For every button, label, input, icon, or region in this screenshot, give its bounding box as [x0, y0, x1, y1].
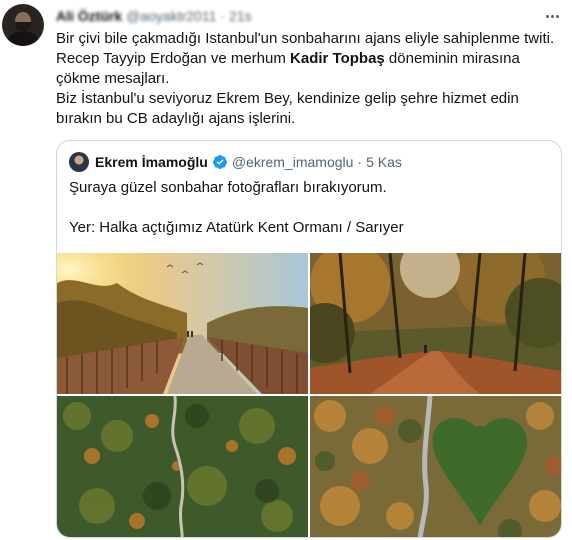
author-name[interactable]: Ali Öztürk	[56, 8, 122, 24]
photo-aerial-forest-road[interactable]	[57, 396, 308, 537]
tweet-text-line: Biz İstanbul'u seviyoruz Ekrem Bey, kend…	[56, 90, 519, 127]
separator-dot: ·	[357, 154, 363, 170]
quoted-text-line: Yer: Halka açtığımız Atatürk Kent Ormanı…	[69, 219, 404, 236]
quoted-text-line	[69, 198, 549, 218]
more-dots-icon[interactable]	[542, 8, 562, 24]
photo-autumn-boardwalk[interactable]	[57, 253, 308, 394]
tweet-text: Bir çivi bile çakmadığı Istanbul'un sonb…	[56, 29, 562, 129]
quoted-tweet-text: Şuraya güzel sonbahar fotoğrafları bırak…	[69, 178, 549, 238]
quoted-text-line: Şuraya güzel sonbahar fotoğrafları bırak…	[69, 179, 387, 196]
quoted-timestamp: 5 Kas	[366, 154, 402, 170]
quoted-author-avatar	[69, 152, 89, 172]
verified-badge-icon	[212, 155, 227, 169]
quoted-author-name: Ekrem İmamoğlu	[95, 154, 208, 170]
quoted-author-handle: @ekrem_imamoglu	[231, 154, 354, 170]
tweet-text-line: Bir çivi bile çakmadığı Istanbul'un sonb…	[56, 30, 555, 47]
tweet[interactable]: Ali Öztürk @aoyaktr2011 · 21s Bir çivi b…	[0, 0, 572, 540]
quoted-tweet[interactable]: Ekrem İmamoğlu @ekrem_imamoglu · 5 Kas Ş…	[56, 140, 562, 538]
tweet-text-line: Recep Tayyip Erdoğan ve merhum Kadir Top…	[56, 49, 562, 89]
author-handle[interactable]: @aoyaktr2011	[126, 8, 216, 24]
quoted-tweet-header: Ekrem İmamoğlu @ekrem_imamoglu · 5 Kas	[69, 152, 402, 172]
tweet-header: Ali Öztürk @aoyaktr2011 · 21s	[56, 7, 252, 25]
tweet-timestamp[interactable]: 21s	[229, 8, 252, 24]
tweet-text-bold: Kadir Topbaş	[290, 50, 385, 67]
photo-aerial-heart-meadow[interactable]	[310, 396, 561, 537]
separator-dot: ·	[220, 8, 226, 24]
photo-forest-path[interactable]	[310, 253, 561, 394]
photo-grid	[57, 253, 561, 537]
tweet-text-segment: Recep Tayyip Erdoğan ve merhum	[56, 50, 291, 67]
author-avatar[interactable]	[2, 4, 44, 46]
